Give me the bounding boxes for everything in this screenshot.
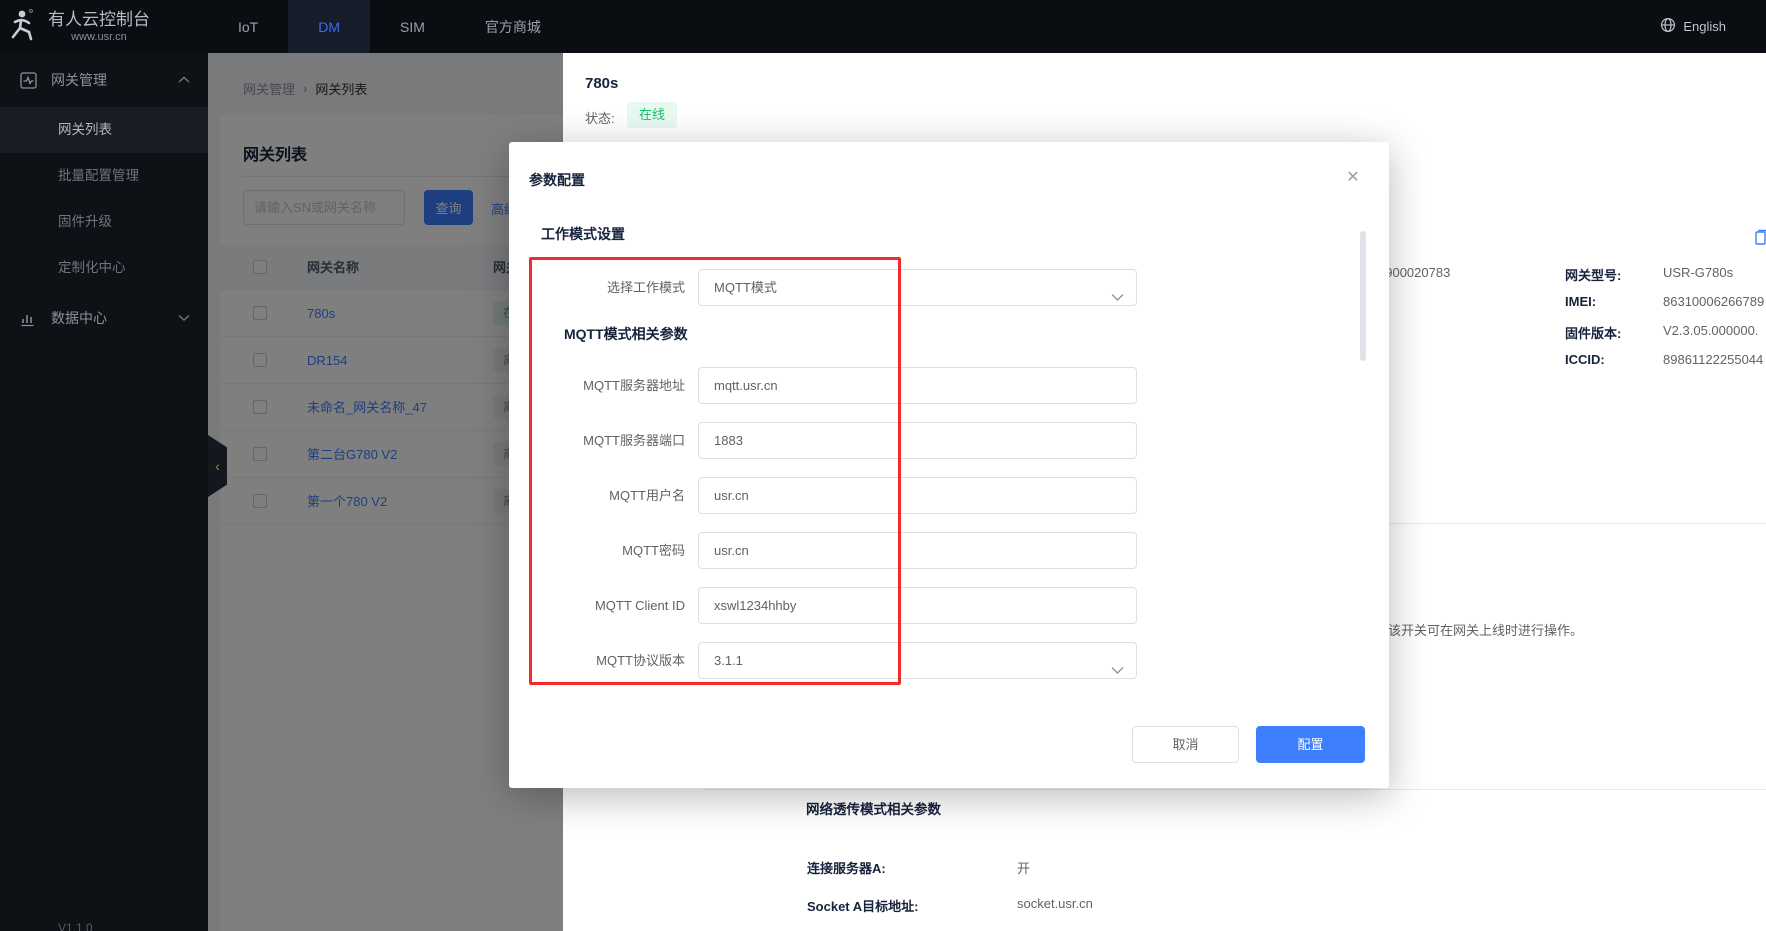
mqtt-port-value: 1883 xyxy=(714,433,743,448)
field-label-mqtt-username: MQTT用户名 xyxy=(509,477,685,514)
field-label-mqtt-password: MQTT密码 xyxy=(509,532,685,569)
version-label: V1.1.0 xyxy=(58,921,93,931)
language-label: English xyxy=(1683,19,1726,34)
switch-hint-text: ，该开关可在网关上线时进行操作。 xyxy=(1375,620,1583,639)
bar-chart-icon xyxy=(20,310,37,327)
param-label-socket-a: Socket A目标地址: xyxy=(807,896,918,915)
info-label-model: 网关型号: xyxy=(1565,265,1621,284)
chevron-down-icon xyxy=(1111,653,1124,688)
sidebar-item-customization-center[interactable]: 定制化中心 xyxy=(0,245,208,291)
mqtt-server-input[interactable]: mqtt.usr.cn xyxy=(698,367,1137,404)
cancel-button[interactable]: 取消 xyxy=(1132,726,1239,763)
param-value-server-a: 开 xyxy=(1017,858,1030,877)
mqtt-protocol-version-select[interactable]: 3.1.1 xyxy=(698,642,1137,679)
mqtt-client-id-input[interactable]: xswl1234hhby xyxy=(698,587,1137,624)
work-mode-select[interactable]: MQTT模式 xyxy=(698,269,1137,306)
mqtt-username-value: usr.cn xyxy=(714,488,749,503)
passthrough-section-title: 网络透传模式相关参数 xyxy=(806,798,941,818)
section-divider xyxy=(704,789,1766,790)
chevron-up-icon xyxy=(178,76,190,84)
confirm-button[interactable]: 配置 xyxy=(1256,726,1365,763)
mqtt-client-id-value: xswl1234hhby xyxy=(714,598,796,613)
mqtt-port-input[interactable]: 1883 xyxy=(698,422,1137,459)
mqtt-password-value: usr.cn xyxy=(714,543,749,558)
info-value-firmware: V2.3.05.000000. xyxy=(1663,323,1758,338)
copy-icon[interactable] xyxy=(1755,229,1766,248)
sidebar-group-gateway-management[interactable]: 网关管理 xyxy=(0,53,208,107)
mqtt-username-input[interactable]: usr.cn xyxy=(698,477,1137,514)
field-label-mqtt-port: MQTT服务器端口 xyxy=(509,422,685,459)
mqtt-server-value: mqtt.usr.cn xyxy=(714,378,778,393)
usr-person-logo-icon xyxy=(8,8,38,45)
online-status-badge: 在线 xyxy=(627,102,677,128)
field-label-work-mode: 选择工作模式 xyxy=(509,269,685,306)
param-label-server-a: 连接服务器A: xyxy=(807,858,886,877)
close-icon[interactable]: ✕ xyxy=(1343,168,1363,188)
info-label-imei: IMEI: xyxy=(1565,294,1596,309)
chevron-down-icon xyxy=(178,314,190,322)
mqtt-password-input[interactable]: usr.cn xyxy=(698,532,1137,569)
info-label-iccid: ICCID: xyxy=(1565,352,1605,367)
field-label-mqtt-protocol-version: MQTT协议版本 xyxy=(509,642,685,679)
app-subtitle: www.usr.cn xyxy=(48,31,150,43)
app-root: 有人云控制台 www.usr.cn IoT DM SIM 官方商城 Englis… xyxy=(0,0,1766,931)
sidebar-item-gateway-list[interactable]: 网关列表 xyxy=(0,107,208,153)
top-navbar: 有人云控制台 www.usr.cn IoT DM SIM 官方商城 Englis… xyxy=(0,0,1766,53)
tab-sim[interactable]: SIM xyxy=(370,0,455,53)
work-mode-value: MQTT模式 xyxy=(714,280,777,295)
dialog-scrollbar[interactable] xyxy=(1360,231,1366,361)
nav-tabs: IoT DM SIM 官方商城 xyxy=(208,0,571,53)
info-value-iccid: 89861122255044 xyxy=(1663,352,1763,367)
info-value-imei: 86310006266789 xyxy=(1663,294,1764,309)
info-value-model: USR-G780s xyxy=(1663,265,1733,280)
sidebar-item-batch-config[interactable]: 批量配置管理 xyxy=(0,153,208,199)
language-switcher[interactable]: English xyxy=(1660,0,1766,53)
field-label-mqtt-server: MQTT服务器地址 xyxy=(509,367,685,404)
tab-official-store[interactable]: 官方商城 xyxy=(455,0,571,53)
parameter-config-dialog: 参数配置 ✕ 工作模式设置 选择工作模式 MQTT模式 MQTT模式相关参数 M… xyxy=(509,142,1389,788)
field-label-mqtt-client-id: MQTT Client ID xyxy=(509,587,685,624)
tab-iot[interactable]: IoT xyxy=(208,0,288,53)
status-label: 状态: xyxy=(585,108,615,127)
info-label-firmware: 固件版本: xyxy=(1565,323,1621,342)
dialog-title: 参数配置 xyxy=(529,170,585,190)
mqtt-params-section-title: MQTT模式相关参数 xyxy=(564,324,688,344)
tab-dm[interactable]: DM xyxy=(288,0,370,53)
logo[interactable]: 有人云控制台 www.usr.cn xyxy=(0,0,208,53)
sidebar-item-firmware-upgrade[interactable]: 固件升级 xyxy=(0,199,208,245)
sidebar-group-data-center[interactable]: 数据中心 xyxy=(0,291,208,345)
gateway-icon xyxy=(20,72,37,89)
app-title: 有人云控制台 xyxy=(48,10,150,29)
globe-icon xyxy=(1660,17,1676,36)
work-mode-section-title: 工作模式设置 xyxy=(541,224,625,244)
mqtt-protocol-version-value: 3.1.1 xyxy=(714,653,743,668)
sidebar-group-label: 数据中心 xyxy=(51,308,107,328)
param-value-socket-a: socket.usr.cn xyxy=(1017,896,1093,911)
sidebar-group-label: 网关管理 xyxy=(51,70,107,90)
gateway-name-title: 780s xyxy=(585,75,618,92)
sidebar: 网关管理 网关列表 批量配置管理 固件升级 定制化中心 数据中心 V1.1.0 xyxy=(0,53,208,931)
chevron-down-icon xyxy=(1111,280,1124,315)
